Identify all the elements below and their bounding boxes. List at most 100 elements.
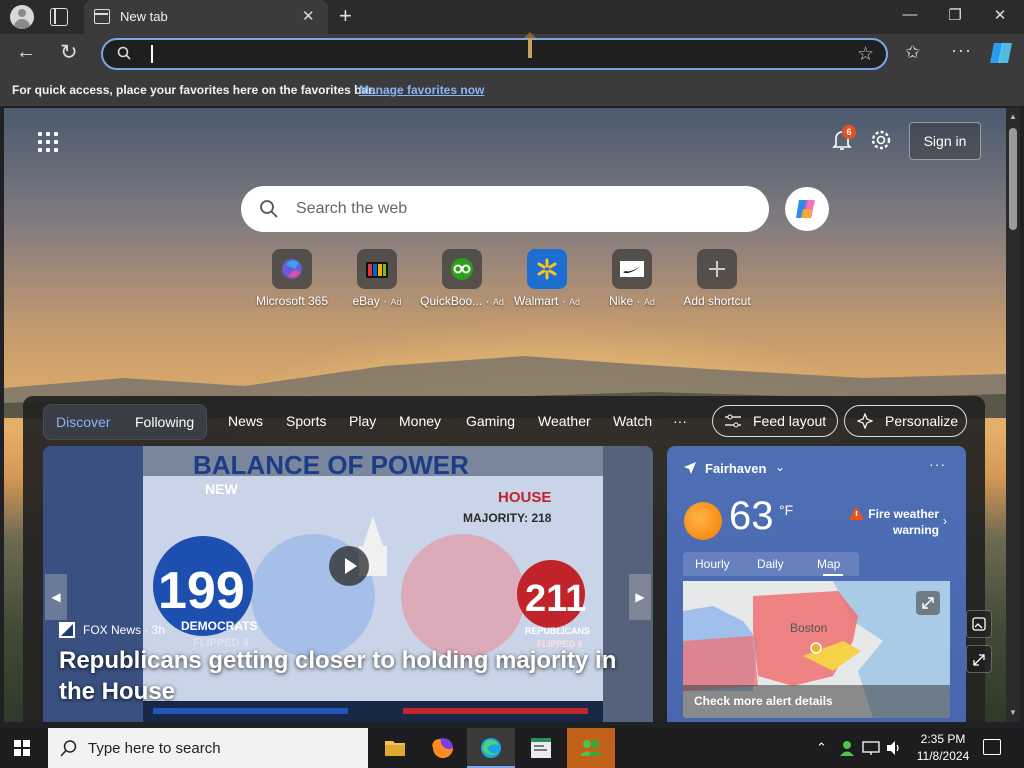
feed-nav-sports[interactable]: Sports	[286, 413, 326, 429]
feed-nav-money[interactable]: Money	[399, 413, 441, 429]
browser-toolbar: ← ↻ ☆ ✩ ···	[0, 32, 1024, 74]
add-shortcut-button[interactable]: Add shortcut	[674, 249, 760, 308]
feed-layout-button[interactable]: Feed layout	[712, 405, 838, 437]
tab-title: New tab	[120, 9, 168, 24]
chevron-down-icon[interactable]: ⌄	[775, 460, 785, 474]
close-window-button[interactable]: ✕	[980, 6, 1020, 24]
people-app-icon[interactable]	[567, 728, 615, 768]
tab-close-button[interactable]: ✕	[302, 7, 315, 25]
add-favorite-icon[interactable]: ☆	[857, 43, 874, 66]
windows-start-icon[interactable]	[14, 740, 30, 756]
weather-card[interactable]: Fairhaven ⌄ ··· 63 °F Fire weather warni…	[667, 446, 966, 722]
clock-date[interactable]: 11/8/2024	[906, 749, 980, 763]
sign-in-button[interactable]: Sign in	[909, 122, 981, 160]
notepad-app-icon[interactable]	[517, 728, 565, 768]
scroll-thumb[interactable]	[1009, 128, 1017, 230]
web-search-box[interactable]: Search the web	[241, 186, 769, 232]
maximize-button[interactable]: ❐	[935, 6, 975, 24]
ebay-icon	[357, 249, 397, 289]
shortcut-quickbooks[interactable]: QuickBoo... · Ad	[419, 249, 505, 308]
page-scrollbar[interactable]: ▲ ▼	[1006, 108, 1020, 722]
feed-nav-news[interactable]: News	[228, 413, 263, 429]
shortcut-label: Add shortcut	[683, 294, 751, 308]
weather-location[interactable]: Fairhaven	[705, 461, 766, 476]
settings-more-icon[interactable]: ···	[951, 40, 972, 61]
hero-prev-button[interactable]: ◀	[45, 574, 67, 620]
search-icon	[60, 740, 77, 757]
manage-favorites-link[interactable]: Manage favorites now	[359, 83, 484, 97]
feed-nav-watch[interactable]: Watch	[613, 413, 652, 429]
volume-icon[interactable]	[885, 740, 903, 756]
walmart-icon	[527, 249, 567, 289]
personalize-button[interactable]: Personalize	[844, 405, 967, 437]
weather-tab-hourly[interactable]: Hourly	[695, 557, 730, 571]
weather-alert-map[interactable]: Boston Check more alert details	[683, 581, 950, 718]
expand-map-icon[interactable]	[916, 591, 940, 615]
tab-following[interactable]: Following	[135, 414, 194, 430]
news-headline[interactable]: Republicans getting closer to holding ma…	[59, 645, 649, 707]
tab-discover[interactable]: Discover	[56, 414, 110, 430]
browser-tab-new[interactable]: New tab ✕	[84, 0, 328, 34]
back-button[interactable]: ←	[16, 41, 36, 64]
new-tab-button[interactable]: +	[339, 3, 352, 29]
taskbar-search-box[interactable]: Type here to search	[48, 728, 368, 768]
windows-taskbar: Type here to search ⌃ 2:35 PM 11/8/2024	[0, 728, 1024, 768]
user-status-icon[interactable]	[838, 739, 856, 757]
graphic-new: NEW	[205, 481, 238, 497]
notifications-badge: 6	[842, 125, 856, 139]
clock-time[interactable]: 2:35 PM	[918, 732, 968, 746]
shortcut-microsoft-365[interactable]: Microsoft 365	[249, 249, 335, 308]
show-hidden-icons-icon[interactable]: ⌃	[816, 740, 827, 756]
file-explorer-icon[interactable]	[371, 728, 419, 768]
feed-nav-play[interactable]: Play	[349, 413, 376, 429]
copilot-button[interactable]	[785, 187, 829, 231]
fox-news-logo-icon	[59, 622, 75, 638]
alert-details-footer[interactable]: Check more alert details	[683, 685, 950, 718]
shortcut-label: QuickBoo...	[420, 294, 483, 308]
background-image-icon[interactable]	[966, 610, 992, 638]
weather-alert[interactable]: Fire weather warning	[847, 506, 939, 538]
feed-nav-weather[interactable]: Weather	[538, 413, 591, 429]
fullscreen-expand-icon[interactable]	[966, 645, 992, 673]
firefox-icon[interactable]	[419, 728, 467, 768]
page-settings-gear-icon[interactable]	[869, 128, 893, 152]
avatar-shoulders	[14, 19, 30, 29]
play-video-icon[interactable]	[329, 546, 369, 586]
alert-details-link[interactable]: Check more alert details	[694, 694, 833, 708]
copilot-icon[interactable]	[988, 39, 1016, 67]
weather-tab-daily[interactable]: Daily	[757, 557, 784, 571]
scroll-down-arrow-icon[interactable]: ▼	[1009, 708, 1017, 717]
shortcut-ebay[interactable]: eBay · Ad	[334, 249, 420, 308]
new-tab-page: 6 Sign in Search the web Microsoft 365 e…	[4, 108, 1006, 722]
address-bar[interactable]: ☆	[101, 32, 888, 70]
feed-mode-switch: Discover Following	[43, 404, 207, 440]
edge-browser-icon[interactable]	[467, 728, 515, 768]
weather-tab-map[interactable]: Map	[817, 557, 840, 571]
app-launcher-icon[interactable]	[38, 132, 58, 152]
feed-nav-gaming[interactable]: Gaming	[466, 413, 515, 429]
tab-actions-icon[interactable]	[50, 8, 68, 26]
minimize-button[interactable]: —	[890, 6, 930, 23]
location-arrow-icon	[684, 462, 696, 474]
profile-avatar[interactable]	[10, 5, 34, 29]
favorites-icon[interactable]: ✩	[905, 42, 920, 63]
network-icon[interactable]	[862, 740, 880, 756]
weather-more-icon[interactable]: ···	[929, 456, 946, 472]
feed-nav-more[interactable]: ···	[673, 413, 687, 429]
hero-news-card[interactable]: BALANCE OF POWER NEW HOUSE MAJORITY: 218…	[43, 446, 653, 722]
weather-temperature: 63	[729, 494, 774, 538]
new-tab-page-icon	[94, 9, 110, 24]
cursor-pin-icon	[524, 32, 536, 58]
graphic-dem-label: DEMOCRATS	[181, 619, 257, 633]
sunny-weather-icon	[684, 502, 722, 540]
hero-next-button[interactable]: ▶	[629, 574, 651, 620]
title-bar: New tab ✕ + — ❐ ✕	[0, 0, 1024, 34]
notification-center-icon[interactable]	[983, 739, 1001, 755]
refresh-button[interactable]: ↻	[60, 40, 78, 65]
ad-label: Ad	[568, 297, 580, 307]
scroll-up-arrow-icon[interactable]: ▲	[1009, 112, 1017, 121]
chevron-right-icon[interactable]: ›	[943, 514, 947, 528]
shortcut-walmart[interactable]: Walmart · Ad	[504, 249, 590, 308]
shortcut-nike[interactable]: Nike · Ad	[589, 249, 675, 308]
news-feed: Discover Following News Sports Play Mone…	[23, 396, 985, 722]
